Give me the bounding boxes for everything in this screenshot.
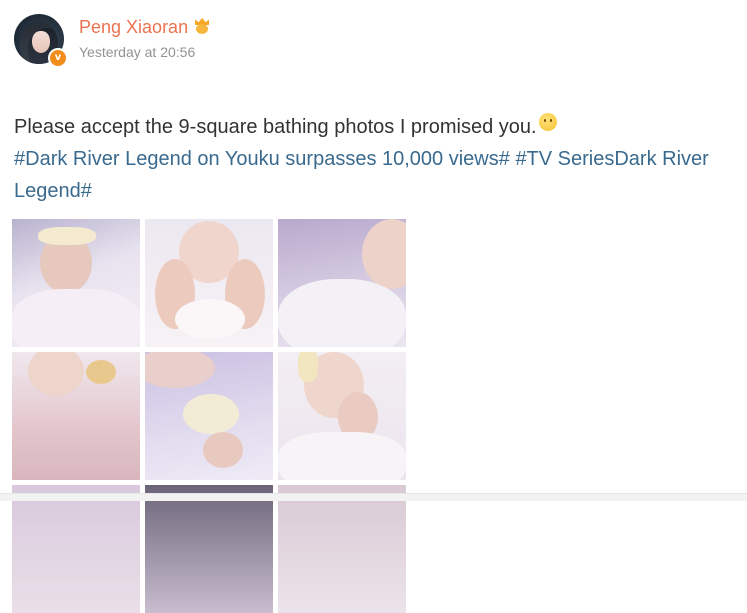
bottom-scroll-edge	[0, 493, 747, 501]
username-link[interactable]: Peng Xiaoran	[79, 17, 188, 37]
hashtag-link[interactable]: #Dark River Legend on Youku surpasses 10…	[14, 148, 510, 170]
crown-emoji-icon	[193, 17, 211, 35]
photo-thumbnail[interactable]	[278, 485, 406, 613]
photo-grid	[12, 219, 412, 613]
smile-emoji-icon	[538, 113, 557, 131]
verified-badge-icon: v	[48, 48, 68, 68]
post-timestamp[interactable]: Yesterday at 20:56	[79, 44, 195, 60]
photo-thumbnail[interactable]	[145, 485, 273, 613]
avatar-face	[32, 31, 50, 53]
photo-thumbnail[interactable]	[12, 219, 140, 347]
post-text: Please accept the 9-square bathing photo…	[14, 116, 537, 138]
photo-thumbnail[interactable]	[278, 352, 406, 480]
photo-thumbnail[interactable]	[278, 219, 406, 347]
photo-thumbnail[interactable]	[12, 352, 140, 480]
photo-thumbnail[interactable]	[145, 219, 273, 347]
photo-thumbnail[interactable]	[145, 352, 273, 480]
post-body: Please accept the 9-square bathing photo…	[14, 111, 734, 207]
photo-thumbnail[interactable]	[12, 485, 140, 613]
username-row: Peng Xiaoran	[79, 17, 211, 38]
